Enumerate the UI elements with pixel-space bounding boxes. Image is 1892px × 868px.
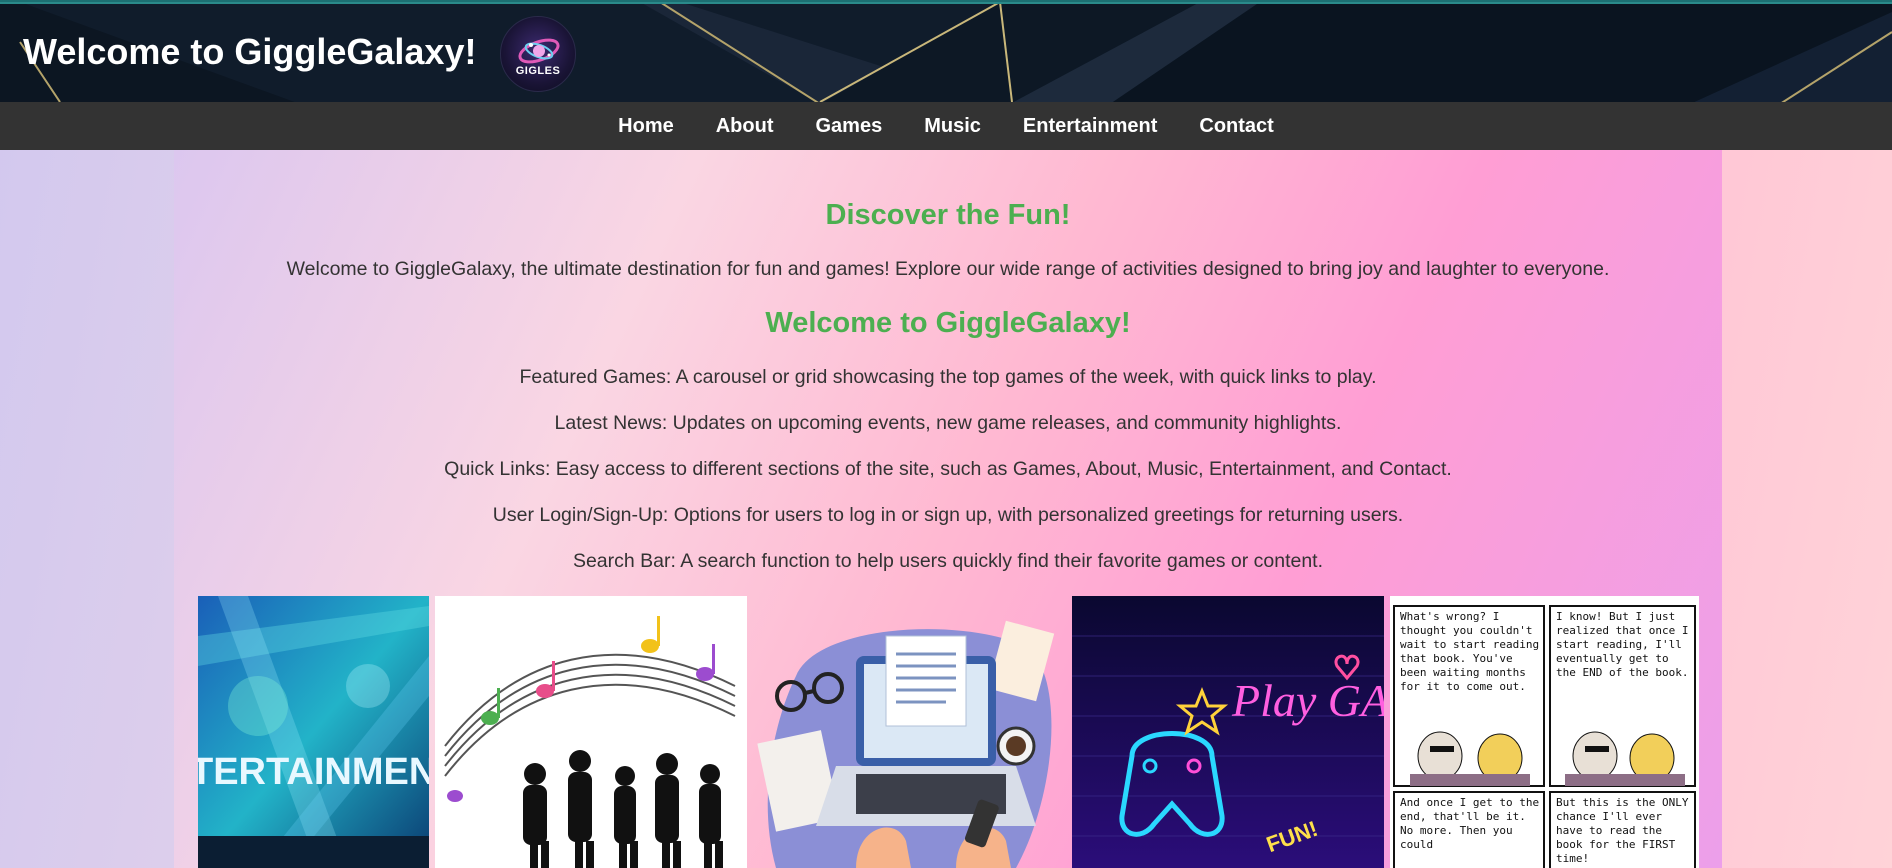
site-title: Welcome to GiggleGalaxy! — [23, 31, 477, 72]
comic-panel-3-text: And once I get to the end, that'll be it… — [1400, 796, 1540, 851]
intro-paragraph: Welcome to GiggleGalaxy, the ultimate de… — [286, 258, 1610, 280]
main-nav: Home About Games Music Entertainment Con… — [0, 102, 1892, 150]
nav-link-contact[interactable]: Contact — [1199, 115, 1273, 138]
galaxy-icon — [518, 38, 560, 64]
entertainment-image-text: TERTAINMENT — [198, 751, 429, 793]
comic-panel-4-text: But this is the ONLY chance I'll ever ha… — [1556, 796, 1689, 865]
feature-quick-links: Quick Links: Easy access to different se… — [444, 458, 1452, 480]
nav-link-games[interactable]: Games — [816, 115, 883, 138]
comic-strip-image[interactable]: What's wrong? I thought you couldn't wai… — [1390, 596, 1699, 868]
comic-panel-1-text: What's wrong? I thought you couldn't wai… — [1400, 610, 1540, 693]
about-laptop-image[interactable] — [756, 596, 1068, 868]
logo-text: GIGLES — [515, 65, 561, 77]
comic-panel-2-text: I know! But I just realized that once I … — [1556, 610, 1689, 679]
site-logo[interactable]: GIGLES — [500, 16, 576, 92]
games-image-text: Play GAMES — [1231, 675, 1384, 726]
feature-featured-games: Featured Games: A carousel or grid showc… — [519, 366, 1377, 388]
nav-link-home[interactable]: Home — [618, 115, 674, 138]
feature-search-bar: Search Bar: A search function to help us… — [572, 550, 1324, 572]
games-image[interactable]: Play GAMES FUN! — [1072, 596, 1384, 868]
welcome-heading: Welcome to GiggleGalaxy! — [765, 307, 1131, 339]
main-content-panel: Discover the Fun! Welcome to GiggleGalax… — [174, 150, 1722, 868]
nav-link-music[interactable]: Music — [924, 115, 981, 138]
feature-latest-news: Latest News: Updates on upcoming events,… — [554, 412, 1342, 434]
feature-user-login: User Login/Sign-Up: Options for users to… — [492, 504, 1404, 526]
discover-heading: Discover the Fun! — [825, 199, 1071, 231]
nav-link-entertainment[interactable]: Entertainment — [1023, 115, 1157, 138]
entertainment-image[interactable]: TERTAINMENT — [198, 596, 429, 868]
nav-link-about[interactable]: About — [716, 115, 774, 138]
site-header: Welcome to GiggleGalaxy! GIGLES — [0, 0, 1892, 102]
music-image[interactable] — [435, 596, 747, 868]
